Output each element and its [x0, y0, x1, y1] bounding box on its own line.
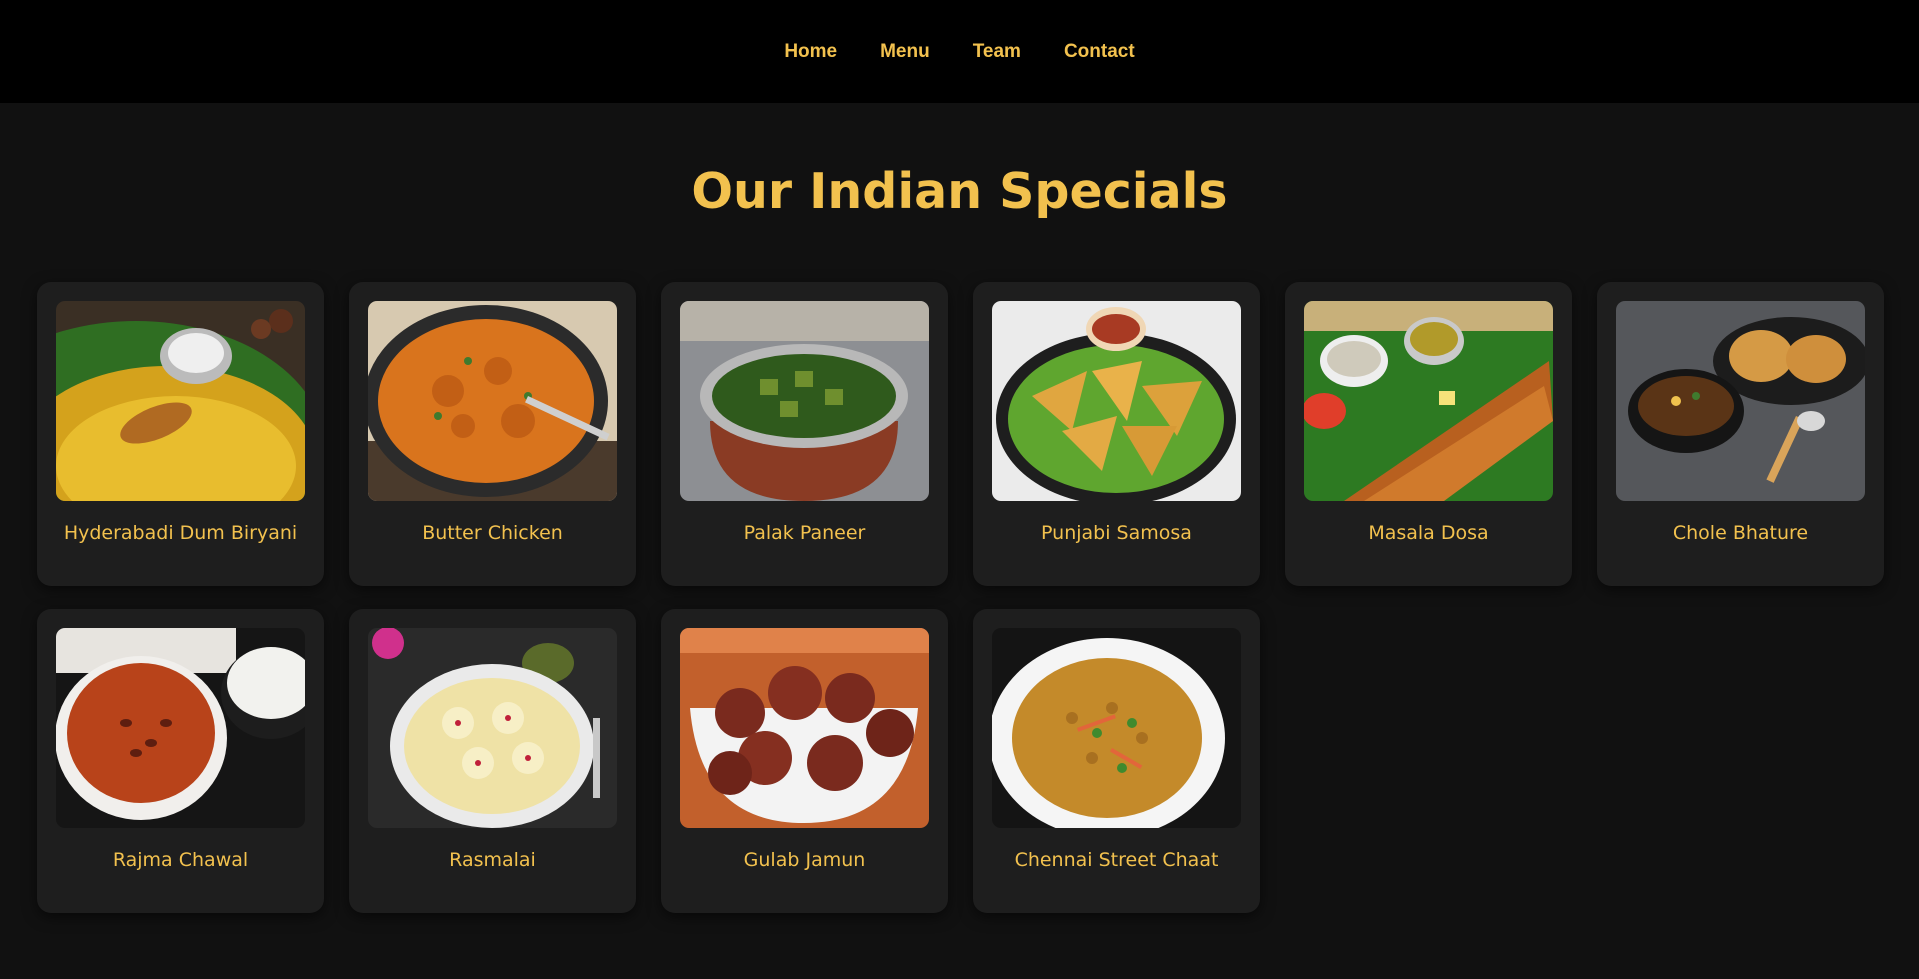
nav-contact-link[interactable]: Contact — [1064, 41, 1135, 63]
top-nav: Home Menu Team Contact — [0, 0, 1919, 103]
dish-card-rasmalai[interactable]: Rasmalai — [349, 609, 636, 913]
nav-menu-link[interactable]: Menu — [880, 41, 930, 63]
page-title: Our Indian Specials — [691, 163, 1228, 220]
dish-card-masala-dosa[interactable]: Masala Dosa — [1285, 282, 1572, 586]
dish-card-chole-bhature[interactable]: Chole Bhature — [1597, 282, 1884, 586]
dish-name: Chole Bhature — [1672, 522, 1809, 544]
dish-photo-chennai-street-chaat — [992, 628, 1241, 828]
dish-photo-rajma-chawal — [56, 628, 305, 828]
dish-card-chennai-street-chaat[interactable]: Chennai Street Chaat — [973, 609, 1260, 913]
nav-team-link[interactable]: Team — [973, 41, 1021, 63]
dish-photo-biryani — [56, 301, 305, 501]
dish-photo-rasmalai — [368, 628, 617, 828]
dish-photo-butter-chicken — [368, 301, 617, 501]
dish-card-punjabi-samosa[interactable]: Punjabi Samosa — [973, 282, 1260, 586]
dish-photo-chole-bhature — [1616, 301, 1865, 501]
dish-name: Hyderabadi Dum Biryani — [63, 522, 298, 544]
dish-name: Rasmalai — [449, 849, 536, 871]
dish-photo-palak-paneer — [680, 301, 929, 501]
dish-name: Punjabi Samosa — [1041, 522, 1192, 544]
nav-home-link[interactable]: Home — [784, 41, 837, 63]
dish-photo-masala-dosa — [1304, 301, 1553, 501]
dish-card-gulab-jamun[interactable]: Gulab Jamun — [661, 609, 948, 913]
dish-card-rajma-chawal[interactable]: Rajma Chawal — [37, 609, 324, 913]
dish-grid: Hyderabadi Dum Biryani Butter Chicken Pa… — [37, 282, 1884, 913]
dish-name: Gulab Jamun — [743, 849, 866, 871]
dish-name: Palak Paneer — [743, 522, 866, 544]
dish-photo-samosa — [992, 301, 1241, 501]
dish-name: Butter Chicken — [422, 522, 563, 544]
dish-card-butter-chicken[interactable]: Butter Chicken — [349, 282, 636, 586]
dish-name: Masala Dosa — [1368, 522, 1489, 544]
dish-card-hyderabadi-dum-biryani[interactable]: Hyderabadi Dum Biryani — [37, 282, 324, 586]
dish-name: Rajma Chawal — [112, 849, 249, 871]
dish-name: Chennai Street Chaat — [1014, 849, 1219, 871]
dish-card-palak-paneer[interactable]: Palak Paneer — [661, 282, 948, 586]
dish-photo-gulab-jamun — [680, 628, 929, 828]
